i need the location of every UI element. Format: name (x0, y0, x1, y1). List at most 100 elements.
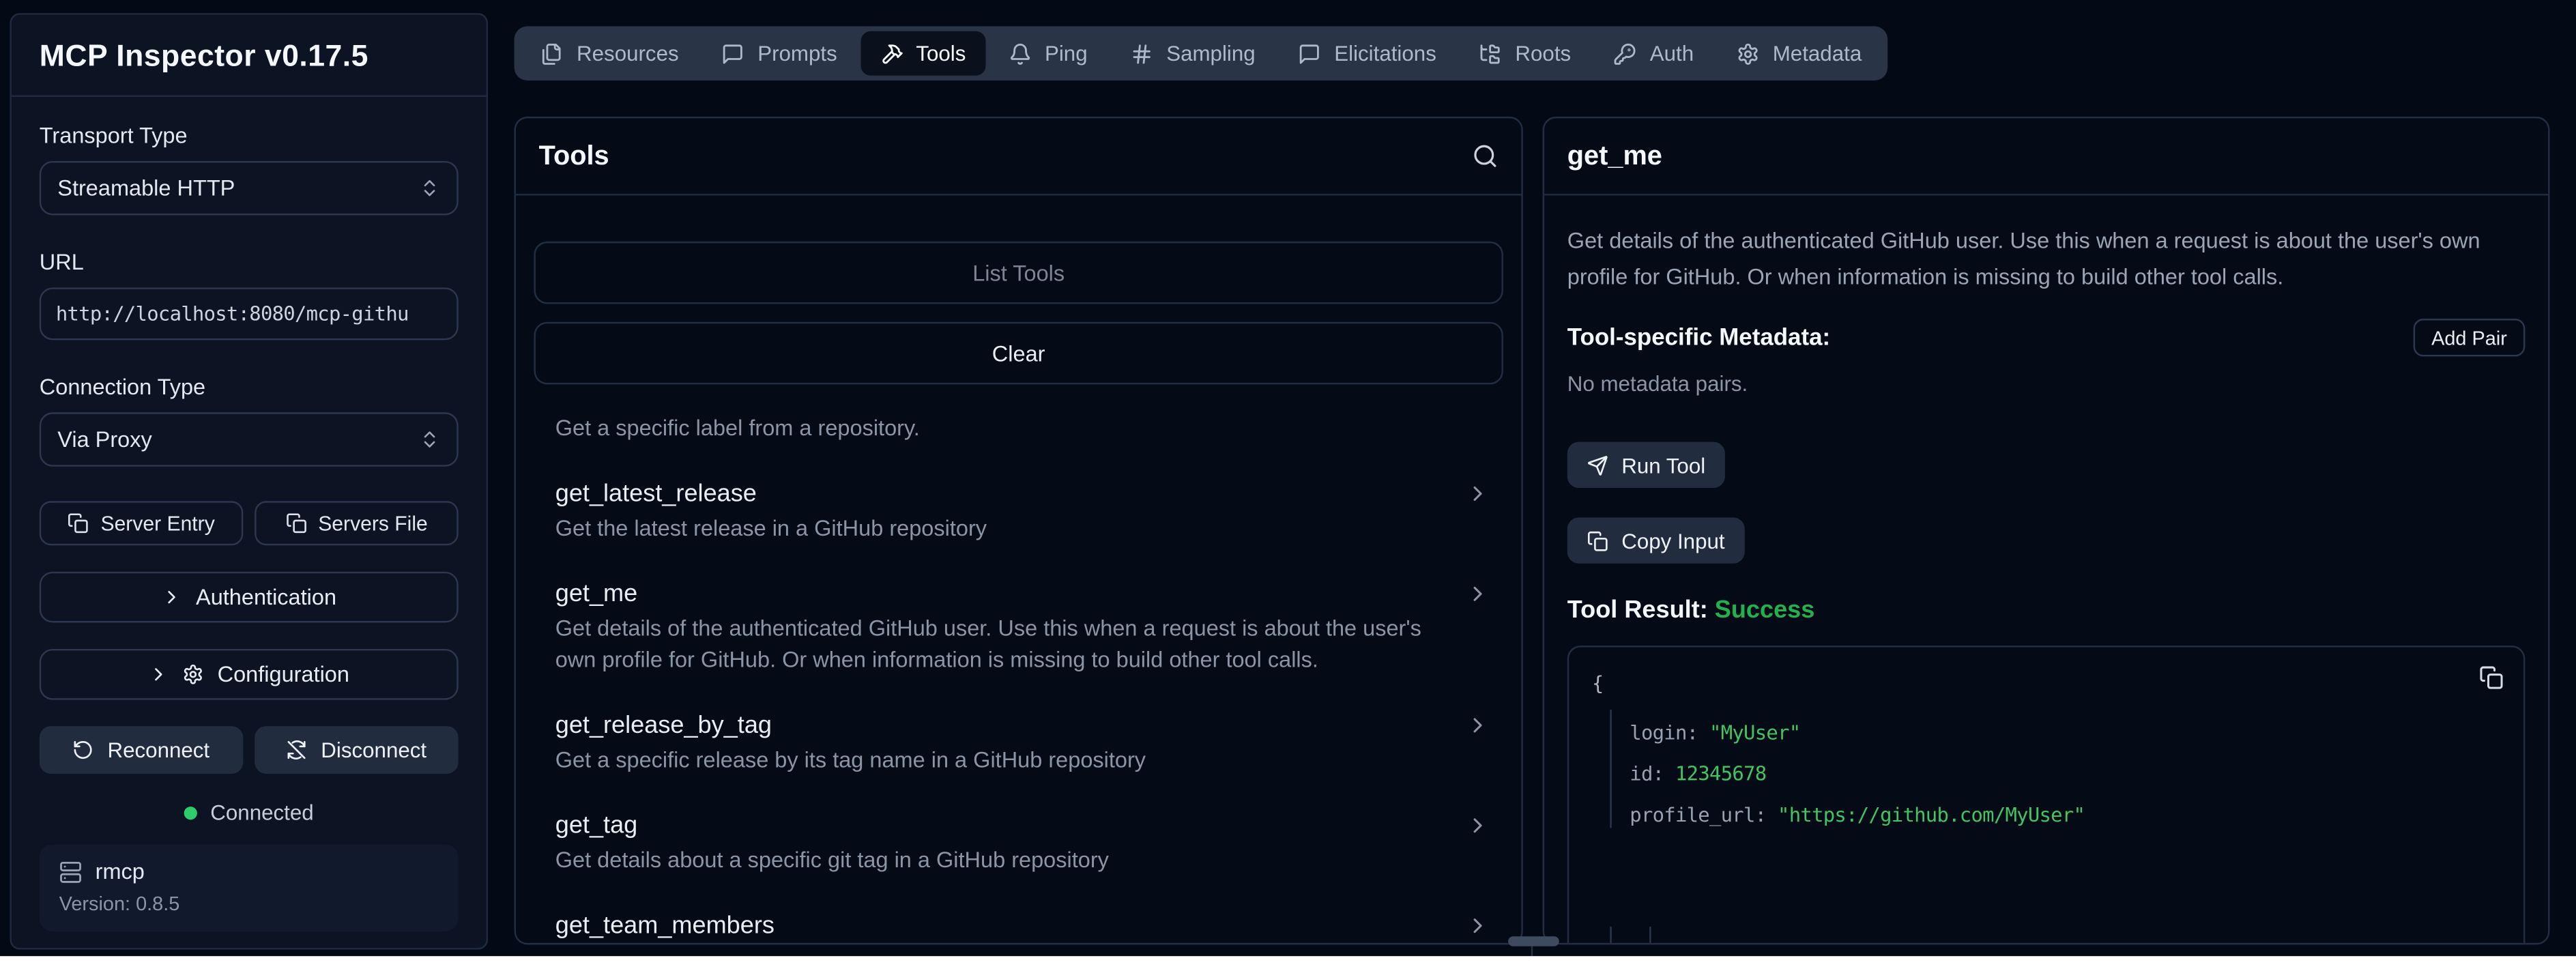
server-entry-label: Server Entry (100, 512, 214, 535)
search-button[interactable] (1472, 143, 1499, 169)
tool-item-get-me[interactable]: get_me Get details of the authenticated … (555, 578, 1490, 675)
copy-input-button[interactable]: Copy Input (1567, 517, 1745, 563)
add-pair-button[interactable]: Add Pair (2414, 319, 2526, 356)
clear-button[interactable]: Clear (534, 322, 1503, 384)
top-tab-bar: Resources Prompts Tools Ping Sampling El… (515, 27, 1888, 81)
chevrons-up-down-icon (419, 177, 440, 199)
server-version: Version: 0.8.5 (59, 892, 439, 915)
tab-elicitations[interactable]: Elicitations (1278, 31, 1456, 76)
run-tool-button[interactable]: Run Tool (1567, 442, 1725, 488)
tool-item-get-release-by-tag[interactable]: get_release_by_tag Get a specific releas… (555, 710, 1490, 775)
servers-file-label: Servers File (318, 512, 428, 535)
tab-metadata[interactable]: Metadata (1717, 31, 1881, 76)
tool-name: get_tag (555, 810, 1490, 843)
result-status-badge: Success (1715, 596, 1815, 624)
copy-icon (2479, 665, 2504, 690)
disconnect-button[interactable]: Disconnect (255, 726, 459, 774)
bell-icon (1009, 42, 1032, 65)
metadata-row: Tool-specific Metadata: Add Pair (1567, 319, 2526, 356)
tool-result-label: Tool Result: Success (1567, 596, 2526, 624)
tab-tools[interactable]: Tools (860, 31, 985, 76)
chevron-right-icon (149, 664, 170, 685)
connection-buttons-row: Reconnect Disconnect (40, 726, 459, 774)
list-tools-button[interactable]: List Tools (534, 242, 1503, 304)
panel-resize-handle[interactable] (1508, 936, 1559, 946)
tool-description: Get the latest release in a GitHub repos… (555, 512, 1490, 544)
tab-ping[interactable]: Ping (989, 31, 1107, 76)
tab-prompts[interactable]: Prompts (701, 31, 856, 76)
refresh-off-icon (287, 739, 308, 760)
chevrons-up-down-icon (419, 429, 440, 450)
gear-icon (183, 664, 204, 685)
connection-type-label: Connection Type (40, 375, 459, 399)
indent-guide (1649, 927, 1651, 944)
indent-guide (1610, 710, 1611, 828)
sidebar-header: MCP Inspector v0.17.5 (12, 15, 487, 97)
server-entry-button[interactable]: Server Entry (40, 501, 244, 545)
tab-roots[interactable]: Roots (1460, 31, 1591, 76)
chevron-right-icon (1466, 581, 1490, 606)
app-window: MCP Inspector v0.17.5 Transport Type Str… (0, 0, 2576, 956)
message-square-icon (721, 42, 744, 65)
files-icon (540, 42, 564, 65)
copy-result-button[interactable] (2479, 665, 2504, 690)
tool-list: Get a specific label from a repository. … (516, 384, 1521, 944)
tool-item-get-team-members[interactable]: get_team_members Get members of a specif… (555, 910, 1490, 945)
configuration-toggle[interactable]: Configuration (40, 649, 459, 700)
detail-panel-header: get_me (1544, 118, 2548, 195)
status-text: Connected (210, 800, 313, 824)
reconnect-button[interactable]: Reconnect (40, 726, 244, 774)
chevron-right-icon (161, 586, 182, 607)
hammer-icon (880, 42, 903, 65)
url-label: URL (40, 250, 459, 274)
server-name: rmcp (96, 859, 145, 884)
send-icon (1587, 454, 1608, 476)
transport-type-value: Streamable HTTP (57, 176, 235, 201)
metadata-label: Tool-specific Metadata: (1567, 324, 1830, 351)
server-buttons-row: Server Entry Servers File (40, 501, 459, 545)
chevron-right-icon (1466, 813, 1490, 838)
tool-detail-description: Get details of the authenticated GitHub … (1567, 223, 2517, 294)
json-rows: login: "MyUser" id: 12345678 profile_url… (1630, 713, 2085, 837)
url-input[interactable] (40, 287, 459, 340)
json-row-id: id: 12345678 (1630, 754, 2085, 795)
server-icon (59, 860, 83, 883)
tools-panel-title: Tools (539, 141, 609, 172)
tool-item-get-tag[interactable]: get_tag Get details about a specific git… (555, 810, 1490, 875)
authentication-label: Authentication (196, 585, 336, 609)
panel-divider (1531, 946, 1533, 956)
tool-description-partial: Get a specific label from a repository. (555, 412, 1490, 444)
sidebar: MCP Inspector v0.17.5 Transport Type Str… (10, 13, 488, 949)
screen: MCP Inspector v0.17.5 Transport Type Str… (0, 0, 2576, 971)
tool-name: get_latest_release (555, 478, 1490, 511)
detail-panel-body: Get details of the authenticated GitHub … (1544, 223, 2548, 944)
tool-name: get_release_by_tag (555, 710, 1490, 742)
connection-type-select[interactable]: Via Proxy (40, 412, 459, 466)
tools-list-panel: Tools List Tools Clear Get a specific la… (515, 117, 1523, 944)
copy-icon (285, 512, 306, 534)
indent-guide (1610, 927, 1611, 944)
tab-resources[interactable]: Resources (521, 31, 698, 76)
tool-detail-panel: get_me Get details of the authenticated … (1543, 117, 2550, 944)
servers-file-button[interactable]: Servers File (255, 501, 459, 545)
tools-actions: List Tools Clear (516, 195, 1521, 384)
json-row-profile-url: profile_url: "https://github.com/MyUser" (1630, 795, 2085, 836)
authentication-toggle[interactable]: Authentication (40, 572, 459, 623)
tab-sampling[interactable]: Sampling (1110, 31, 1275, 76)
tool-name: get_me (555, 578, 1490, 611)
detail-panel-title: get_me (1567, 141, 1662, 172)
hash-icon (1130, 42, 1153, 65)
gear-icon (1737, 42, 1760, 65)
rotate-ccw-icon (73, 739, 94, 760)
tab-auth[interactable]: Auth (1594, 31, 1713, 76)
tools-panel-header: Tools (516, 118, 1521, 195)
result-json-viewer: { login: "MyUser" id: 12345678 (1567, 646, 2526, 944)
chevron-right-icon (1466, 713, 1490, 738)
copy-icon (1587, 530, 1608, 551)
key-icon (1614, 42, 1637, 65)
app-title: MCP Inspector v0.17.5 (40, 37, 368, 73)
tool-item-get-latest-release[interactable]: get_latest_release Get the latest releas… (555, 478, 1490, 544)
chevron-right-icon (1466, 481, 1490, 506)
status-dot-icon (184, 806, 197, 819)
transport-type-select[interactable]: Streamable HTTP (40, 161, 459, 215)
